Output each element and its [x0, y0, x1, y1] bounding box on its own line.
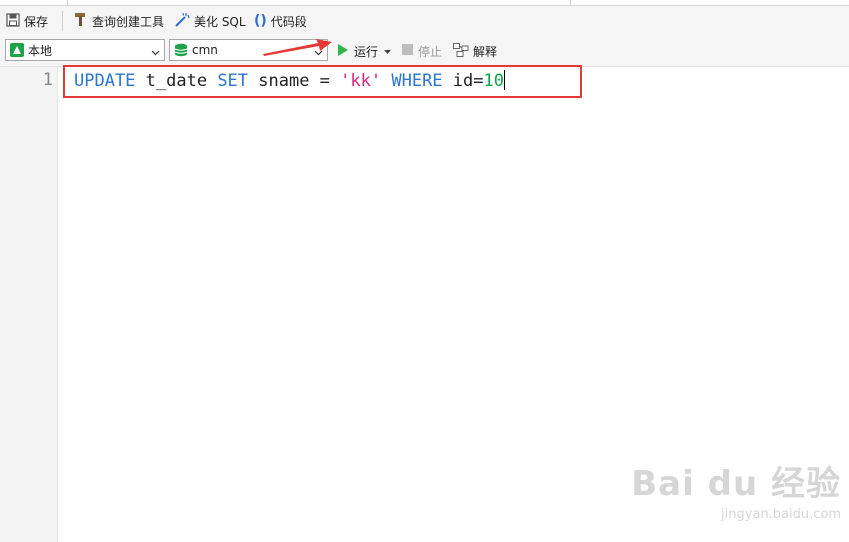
query-builder-label: 查询创建工具	[92, 14, 165, 29]
caret-down-icon[interactable]	[384, 44, 392, 58]
tab-divider	[67, 0, 68, 5]
tab-divider	[570, 0, 571, 5]
annotation-arrow	[263, 39, 332, 56]
stop-icon	[402, 44, 413, 58]
explain-icon	[453, 42, 469, 60]
beautify-sql-button[interactable]: 美化 SQL	[174, 12, 246, 30]
parentheses-icon: ()	[254, 13, 267, 29]
chevron-down-icon	[151, 46, 160, 60]
play-icon	[337, 43, 349, 59]
code-snippet-button[interactable]: () 代码段	[254, 13, 307, 29]
save-icon	[6, 12, 20, 30]
connection-icon	[10, 43, 24, 57]
stop-label: 停止	[418, 44, 443, 59]
save-button[interactable]: 保存	[6, 12, 49, 30]
line-number-gutter	[0, 67, 58, 542]
query-builder-button[interactable]: 查询创建工具	[74, 13, 164, 29]
beautify-sql-label: 美化 SQL	[194, 14, 246, 29]
stop-button[interactable]: 停止	[402, 43, 442, 59]
code-snippet-label: 代码段	[270, 14, 307, 29]
hammer-icon	[74, 12, 88, 30]
line-number: 1	[42, 70, 53, 90]
run-button[interactable]: 运行	[337, 43, 392, 59]
run-label: 运行	[354, 44, 379, 59]
explain-button[interactable]: 解释	[453, 42, 498, 60]
watermark-url: jingyan.baidu.com	[721, 507, 841, 522]
connection-select[interactable]: 本地	[5, 39, 165, 61]
highlight-box	[63, 65, 582, 98]
database-selected: cmn	[192, 43, 218, 57]
main-toolbar: 保存 查询创建工具 美化 SQL () 代码段	[0, 6, 849, 36]
watermark-brand: Bai du 经验	[631, 464, 841, 504]
toolbar-separator	[62, 11, 63, 31]
query-toolbar: 本地 cmn 运行 停止 解释	[0, 36, 849, 67]
connection-selected: 本地	[28, 43, 53, 58]
magic-wand-icon	[174, 12, 190, 30]
watermark: Bai du 经验 jingyan.baidu.com	[631, 456, 841, 522]
explain-label: 解释	[473, 44, 498, 59]
save-label: 保存	[24, 14, 49, 29]
database-icon	[174, 43, 188, 57]
